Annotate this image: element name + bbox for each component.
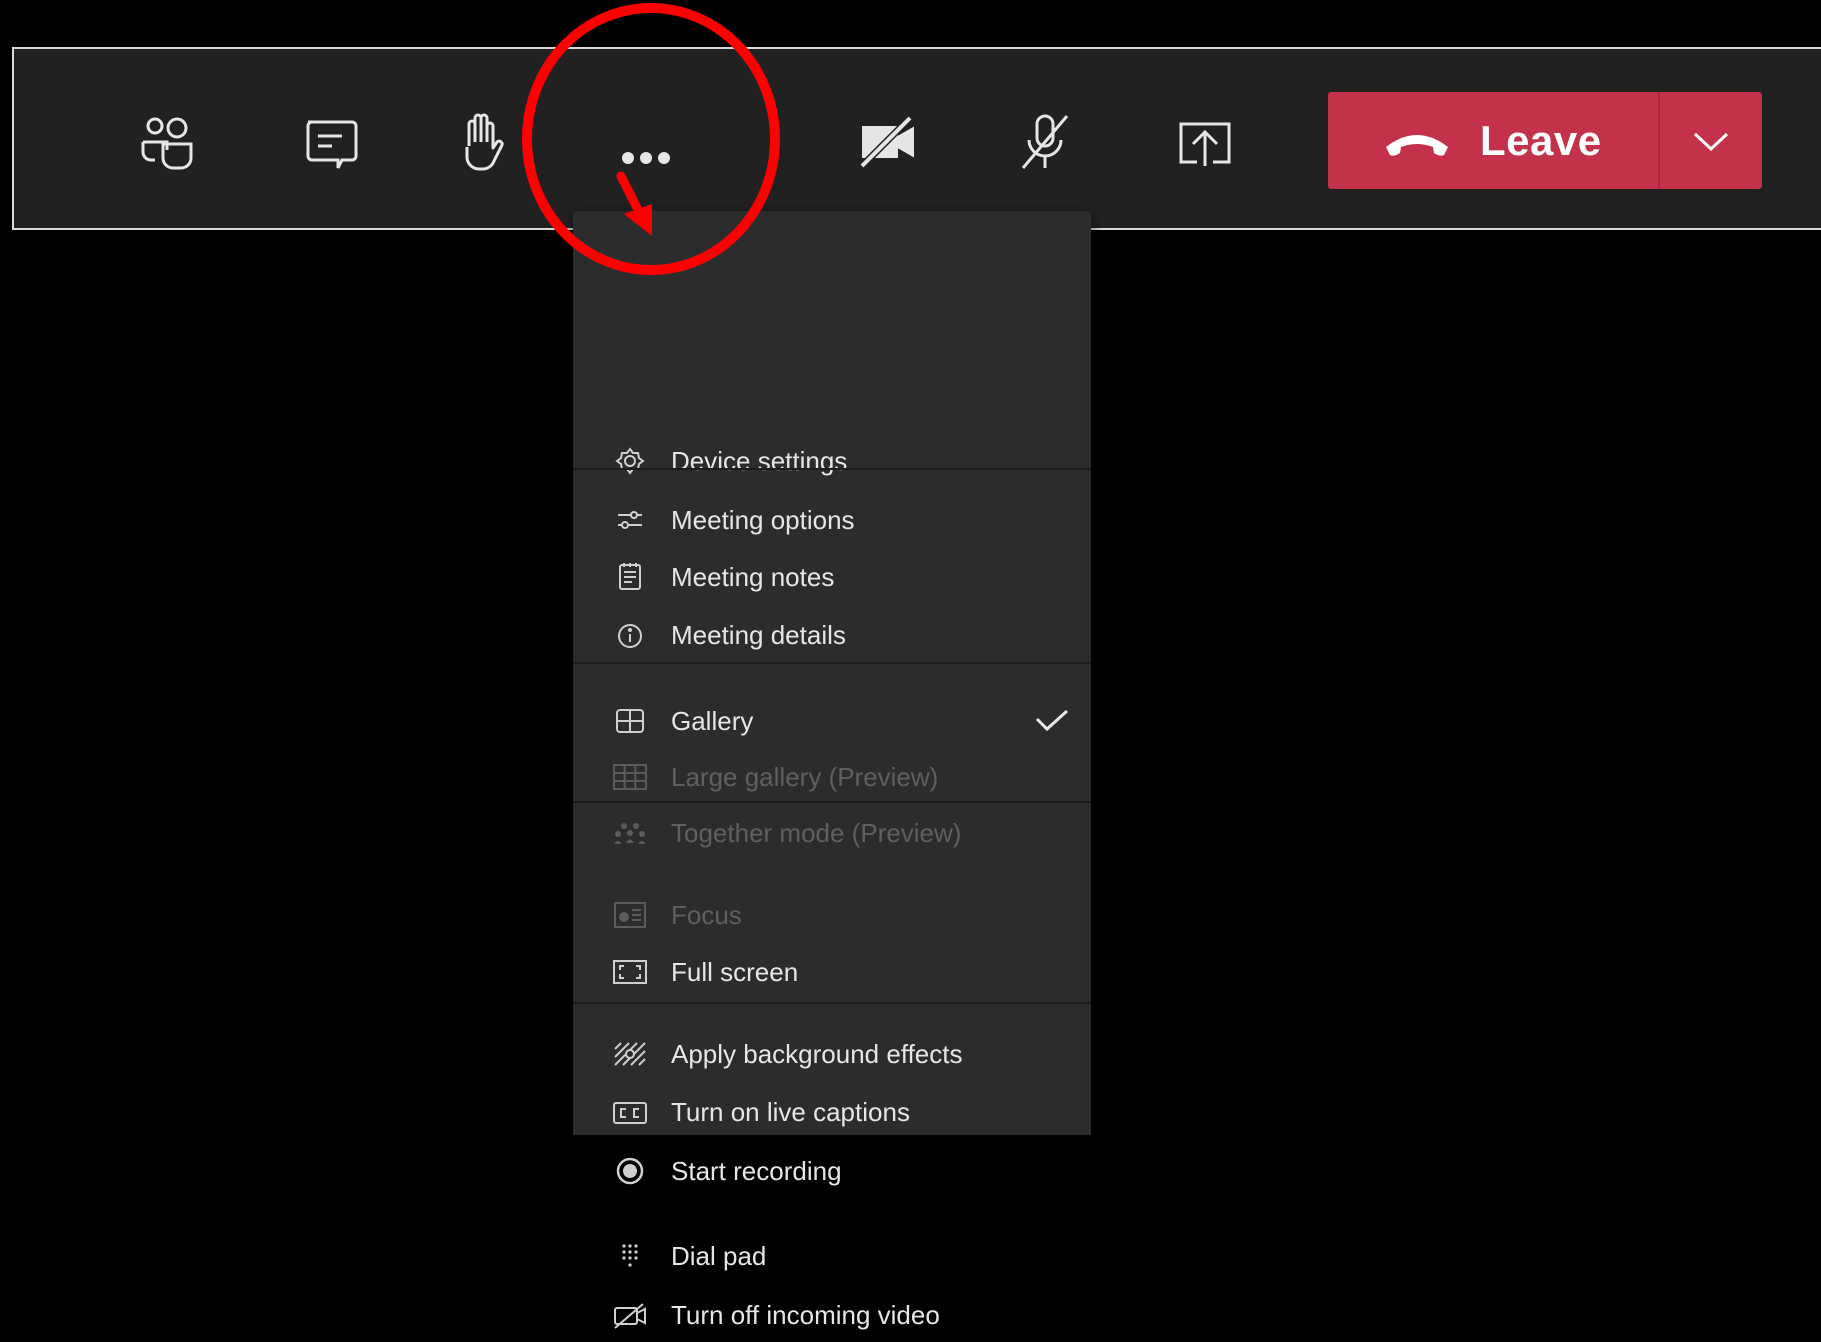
gallery-icon — [611, 706, 649, 736]
menu-item-meeting-details[interactable]: Meeting details — [573, 608, 1091, 662]
menu-item-label: Large gallery (Preview) — [671, 761, 939, 792]
camera-toggle-button[interactable] — [838, 92, 938, 192]
camera-off-icon — [859, 115, 914, 169]
incoming-video-off-icon — [611, 1300, 649, 1330]
share-screen-button[interactable] — [1155, 92, 1255, 192]
participants-icon — [141, 117, 193, 170]
participants-button[interactable] — [117, 92, 217, 192]
menu-item-label: Turn off incoming video — [671, 1299, 940, 1330]
raise-hand-button[interactable] — [433, 92, 533, 192]
menu-item-large-gallery: Large gallery (Preview) — [573, 750, 1091, 804]
focus-icon — [611, 900, 649, 930]
menu-divider — [573, 1002, 1091, 1004]
menu-item-start-recording[interactable]: Start recording — [573, 1144, 1091, 1198]
leave-options-button[interactable] — [1660, 92, 1762, 189]
menu-item-label: Meeting notes — [671, 561, 835, 592]
dialpad-icon — [611, 1241, 649, 1271]
leave-label: Leave — [1480, 116, 1602, 164]
menu-item-label: Device settings — [671, 445, 848, 476]
sliders-icon — [611, 505, 649, 535]
fullscreen-icon — [611, 957, 649, 987]
chat-icon — [306, 120, 358, 169]
microphone-toggle-button[interactable] — [995, 92, 1095, 192]
more-actions-icon — [622, 152, 670, 164]
hang-up-icon — [1386, 134, 1448, 156]
menu-divider — [573, 662, 1091, 664]
menu-item-meeting-options[interactable]: Meeting options — [573, 493, 1091, 547]
more-actions-button[interactable] — [596, 92, 696, 192]
menu-item-label: Turn on live captions — [671, 1096, 910, 1127]
menu-item-live-captions[interactable]: Turn on live captions — [573, 1085, 1091, 1139]
captions-icon — [611, 1097, 649, 1127]
notes-icon — [611, 562, 649, 592]
menu-item-label: Gallery — [671, 705, 754, 736]
menu-item-label: Start recording — [671, 1155, 842, 1186]
raise-hand-icon — [465, 113, 504, 171]
menu-item-label: Dial pad — [671, 1240, 767, 1271]
leave-main[interactable]: Leave — [1328, 92, 1658, 189]
menu-item-label: Together mode (Preview) — [671, 817, 962, 848]
menu-item-label: Focus — [671, 899, 742, 930]
info-icon — [611, 620, 649, 650]
large-gallery-icon — [611, 762, 649, 792]
menu-divider — [573, 468, 1091, 470]
background-effects-icon — [611, 1039, 649, 1069]
menu-item-dial-pad[interactable]: Dial pad — [573, 1229, 1091, 1283]
together-mode-icon — [611, 818, 649, 848]
menu-item-meeting-notes[interactable]: Meeting notes — [573, 550, 1091, 604]
share-screen-icon — [1179, 122, 1231, 166]
chat-button[interactable] — [280, 92, 380, 192]
menu-item-label: Apply background effects — [671, 1038, 963, 1069]
leave-button[interactable]: Leave — [1328, 92, 1762, 189]
menu-item-gallery[interactable]: Gallery — [573, 694, 1091, 748]
menu-item-background-effects[interactable]: Apply background effects — [573, 1027, 1091, 1081]
menu-item-label: Meeting options — [671, 504, 855, 535]
menu-item-device-settings[interactable]: Device settings — [573, 434, 1091, 488]
chevron-down-icon — [1693, 132, 1729, 151]
menu-item-turn-off-incoming-video[interactable]: Turn off incoming video — [573, 1288, 1091, 1342]
checkmark-icon — [1035, 709, 1069, 732]
menu-item-label: Full screen — [671, 956, 799, 987]
menu-item-focus: Focus — [573, 888, 1091, 942]
menu-item-together-mode: Together mode (Preview) — [573, 806, 1091, 860]
menu-item-label: Meeting details — [671, 619, 846, 650]
microphone-muted-icon — [1021, 114, 1069, 169]
more-actions-menu: Device settings Meeting options Meeting … — [573, 211, 1091, 1330]
menu-divider — [573, 801, 1091, 803]
record-icon — [611, 1156, 649, 1186]
menu-item-full-screen[interactable]: Full screen — [573, 945, 1091, 999]
gear-icon — [611, 446, 649, 476]
